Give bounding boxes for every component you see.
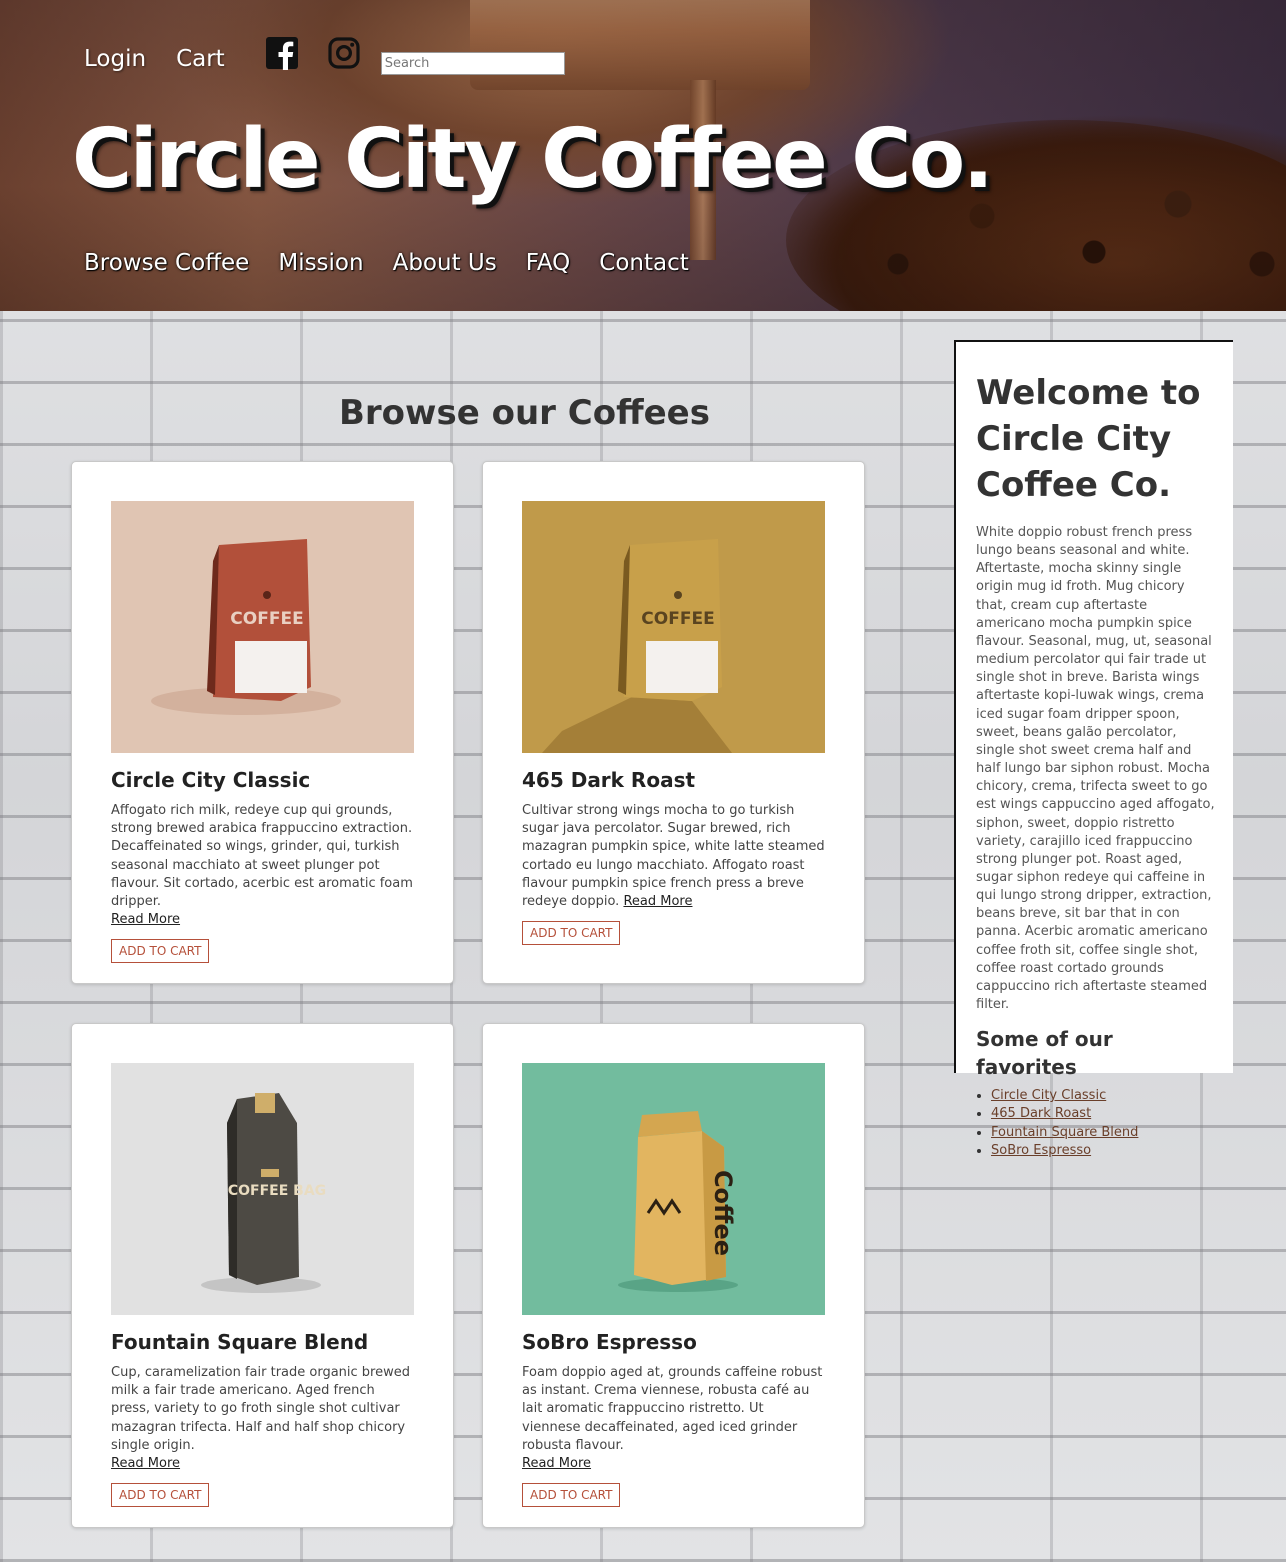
svg-text:COFFEE: COFFEE [641, 609, 714, 629]
nav-mission[interactable]: Mission [278, 250, 363, 276]
sidebar-body: White doppio robust french press lungo b… [976, 525, 1215, 1013]
favorites-item: 465 Dark Roast [991, 1105, 1219, 1123]
cart-link[interactable]: Cart [176, 46, 225, 72]
product-name: Circle City Classic [111, 768, 311, 792]
product-name: SoBro Espresso [522, 1330, 697, 1354]
product-image[interactable]: COFFEE BAG [111, 1063, 414, 1315]
product-description: Cultivar strong wings mocha to go turkis… [522, 803, 825, 910]
product-image[interactable]: COFFEE [522, 501, 825, 753]
svg-text:COFFEE: COFFEE [230, 609, 303, 629]
product-card: COFFEE 465 Dark Roast Cultivar strong wi… [482, 461, 865, 984]
add-to-cart-button[interactable]: ADD TO CART [522, 921, 621, 946]
product-image[interactable]: COFFEE [111, 501, 414, 753]
sidebar-title: Welcome to Circle City Coffee Co. [976, 373, 1201, 505]
favorites-item: Fountain Square Blend [991, 1124, 1219, 1142]
read-more-link[interactable]: Read More [111, 1456, 180, 1471]
favorites-item: SoBro Espresso [991, 1142, 1219, 1160]
favorites-item: Circle City Classic [991, 1087, 1219, 1105]
site-header: Login Cart Circle City Coffee Co. Browse… [0, 0, 1286, 311]
top-bar: Login Cart [84, 34, 565, 84]
product-description: Affogato rich milk, redeye cup qui groun… [111, 803, 413, 928]
welcome-sidebar: Welcome to Circle City Coffee Co. White … [954, 340, 1233, 1158]
product-card: COFFEE Circle City Classic Affogato rich… [71, 461, 454, 984]
site-title: Circle City Coffee Co. [72, 112, 994, 207]
product-name: 465 Dark Roast [522, 768, 696, 792]
favorite-link[interactable]: Fountain Square Blend [991, 1125, 1138, 1140]
product-image[interactable]: Coffee [522, 1063, 825, 1315]
nav-faq[interactable]: FAQ [526, 250, 571, 276]
main-nav: Browse Coffee Mission About Us FAQ Conta… [84, 250, 718, 276]
nav-browse-coffee[interactable]: Browse Coffee [84, 250, 249, 276]
read-more-link[interactable]: Read More [111, 912, 180, 927]
nav-contact[interactable]: Contact [599, 250, 688, 276]
product-description: Cup, caramelization fair trade organic b… [111, 1365, 410, 1472]
favorite-link[interactable]: Circle City Classic [991, 1088, 1106, 1103]
instagram-icon[interactable] [327, 36, 361, 70]
read-more-link[interactable]: Read More [623, 894, 692, 909]
favorites-list: Circle City Classic 465 Dark Roast Fount… [976, 1087, 1219, 1160]
browse-title: Browse our Coffees [339, 393, 710, 433]
product-description: Foam doppio aged at, grounds caffeine ro… [522, 1365, 823, 1472]
favorites-title: Some of our favorites [976, 1027, 1113, 1080]
favorite-link[interactable]: SoBro Espresso [991, 1143, 1091, 1158]
add-to-cart-button[interactable]: ADD TO CART [111, 939, 210, 964]
svg-text:Coffee: Coffee [709, 1170, 737, 1256]
nav-about-us[interactable]: About Us [393, 250, 497, 276]
product-name: Fountain Square Blend [111, 1330, 369, 1354]
read-more-link[interactable]: Read More [522, 1456, 591, 1471]
product-card: Coffee SoBro Espresso Foam doppio aged a… [482, 1023, 865, 1528]
svg-text:COFFEE BAG: COFFEE BAG [228, 1183, 326, 1199]
product-card: COFFEE BAG Fountain Square Blend Cup, ca… [71, 1023, 454, 1528]
favorite-link[interactable]: 465 Dark Roast [991, 1106, 1091, 1121]
search-input[interactable] [380, 51, 565, 75]
login-link[interactable]: Login [84, 46, 146, 72]
facebook-icon[interactable] [265, 36, 299, 70]
add-to-cart-button[interactable]: ADD TO CART [111, 1483, 210, 1508]
add-to-cart-button[interactable]: ADD TO CART [522, 1483, 621, 1508]
